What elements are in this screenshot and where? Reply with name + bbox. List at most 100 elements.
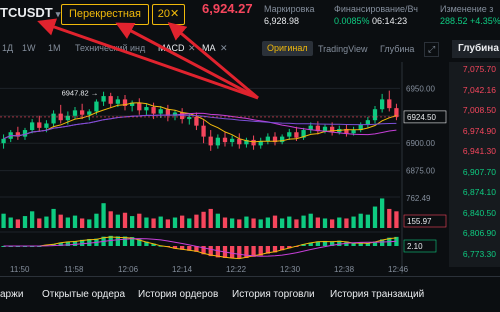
tab-original[interactable]: Оригинал [262, 41, 313, 56]
margin-mode-button[interactable]: Перекрестная [61, 4, 149, 25]
volume-bar [194, 214, 199, 228]
orderbook-price[interactable]: 7,008.50 [463, 105, 496, 115]
change-label: Изменение з [440, 4, 494, 14]
volume-bar [265, 217, 270, 228]
interval-1m[interactable]: 1M [48, 43, 61, 53]
volume-bar [215, 213, 220, 228]
candle-body [365, 120, 370, 125]
tab-transaction-history[interactable]: История транзакций [330, 289, 424, 300]
tab-positions[interactable]: аржи [0, 289, 23, 300]
tab-tradingview[interactable]: TradingView [318, 44, 368, 54]
interval-1d[interactable]: 1Д [2, 43, 13, 53]
volume-bar [137, 213, 142, 228]
funding-stat: Финансирование/Вч 0.0085% 06:14:23 [334, 3, 418, 27]
orderbook-price[interactable]: 6,806.90 [463, 228, 496, 238]
orderbook-price[interactable]: 6,874.10 [463, 187, 496, 197]
expand-icon[interactable]: ⤢ [424, 42, 440, 57]
mark-price-value: 6,928.98 [264, 16, 300, 26]
orderbook-price[interactable]: 6,907.70 [463, 167, 496, 177]
change-value: 288.52 +4.35% [440, 16, 500, 26]
indicator-ma[interactable]: MA [202, 43, 216, 53]
y-tick-label: 6950.00 [406, 84, 435, 93]
x-tick-label: 12:06 [118, 265, 139, 274]
volume-bar [130, 216, 135, 228]
macd-bar [237, 246, 242, 258]
candle-body [265, 136, 270, 141]
macd-current-label: 2.10 [407, 242, 423, 251]
volume-bar [337, 217, 342, 228]
volume-bar [51, 208, 56, 228]
bottom-tabs: аржи Открытые ордера История ордеров Ист… [0, 276, 500, 312]
volume-bar [44, 216, 49, 228]
leverage-value: 20 [157, 8, 171, 20]
volume-bar [272, 215, 278, 228]
interval-1w[interactable]: 1W [22, 43, 36, 53]
candle-body [115, 99, 120, 104]
orderbook-price[interactable]: 6,773.30 [463, 249, 496, 259]
volume-bar [315, 217, 320, 228]
volume-bar [108, 211, 113, 228]
volume-bar [301, 215, 306, 228]
close-icon: ✕ [170, 8, 180, 20]
candle-body [137, 102, 142, 111]
tab-trade-history[interactable]: История торговли [232, 289, 315, 300]
orderbook-title[interactable]: Глубина [452, 40, 500, 58]
volume-bar [80, 218, 85, 228]
volume-bar [258, 219, 263, 228]
volume-bar [101, 203, 106, 228]
candle-body [65, 115, 70, 121]
volume-bar [230, 218, 235, 228]
volume-bar [187, 218, 192, 228]
leverage-button[interactable]: 20✕ [152, 4, 185, 25]
funding-countdown: 06:14:23 [372, 16, 408, 26]
orderbook-price[interactable]: 7,075.70 [463, 64, 496, 74]
candle-body [230, 138, 235, 143]
volume-bar [65, 217, 70, 228]
candle-body [387, 99, 392, 109]
orderbook-price[interactable]: 7,042.16 [463, 85, 496, 95]
orderbook-price[interactable]: 6,840.50 [463, 208, 496, 218]
volume-bar [330, 219, 335, 228]
candle-body [251, 139, 256, 146]
symbol-selector[interactable]: TCUSDT ▾ [0, 5, 60, 20]
volume-bar [180, 215, 185, 228]
x-tick-label: 12:46 [388, 265, 409, 274]
change-stat: Изменение з 288.52 +4.35% [440, 3, 500, 27]
volume-bar [244, 216, 249, 228]
candle-body [72, 110, 78, 116]
mark-price-stat: Маркировка 6,928.98 [264, 3, 315, 27]
candle-body [380, 99, 385, 110]
close-icon[interactable]: ✕ [220, 43, 228, 54]
current-price-label: 6924.50 [407, 113, 436, 122]
indicators-menu[interactable]: Технический инд [75, 43, 145, 53]
volume-bar [158, 216, 163, 228]
candle-body [1, 138, 6, 144]
tab-depth[interactable]: Глубина [380, 44, 414, 54]
x-tick-label: 12:22 [226, 265, 247, 274]
candle-body [158, 109, 163, 114]
orderbook-price[interactable]: 6,974.90 [463, 126, 496, 136]
candle-body [108, 96, 113, 104]
high-annotation: 6947.82 → [62, 89, 99, 98]
volume-bar [322, 218, 328, 228]
orderbook-price[interactable]: 6,941.30 [463, 146, 496, 156]
candle-body [37, 122, 42, 128]
volume-bar [37, 218, 42, 228]
tab-order-history[interactable]: История ордеров [138, 289, 218, 300]
ma7-line [3, 102, 397, 143]
candle-body [187, 116, 192, 120]
tab-open-orders[interactable]: Открытые ордера [42, 289, 125, 300]
volume-bar [287, 216, 292, 228]
last-price: 6,924.27 [202, 1, 253, 16]
price-chart[interactable]: 6950.006925.006900.006875.006924.506947.… [0, 62, 449, 274]
volume-bar [165, 219, 170, 228]
candle-body [215, 137, 220, 146]
funding-rate: 0.0085% [334, 16, 370, 26]
close-icon[interactable]: ✕ [188, 43, 196, 54]
volume-bar [122, 212, 128, 228]
candle-body [101, 96, 106, 102]
funding-label: Финансирование/Вч [334, 4, 418, 14]
volume-bar [15, 219, 20, 228]
indicator-macd[interactable]: MACD [158, 43, 185, 53]
volume-bar [58, 214, 63, 228]
